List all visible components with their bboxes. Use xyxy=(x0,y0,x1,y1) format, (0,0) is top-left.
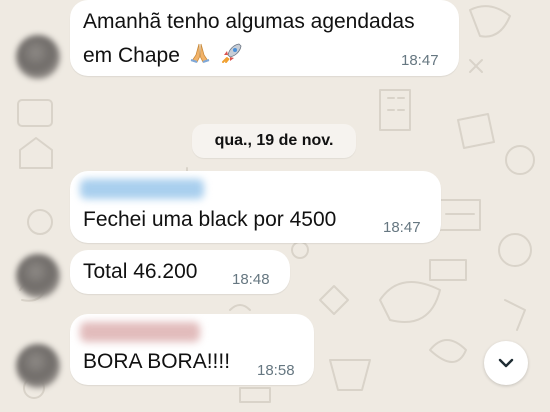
message-bubble[interactable]: Total 46.200 18:48 xyxy=(70,250,290,294)
sender-name xyxy=(80,322,200,342)
message-text: Fechei uma black por 4500 xyxy=(83,208,337,231)
message-timestamp: 18:48 xyxy=(232,271,270,288)
message-text: BORA BORA!!!! xyxy=(83,350,231,373)
chevron-down-icon xyxy=(498,358,514,368)
sender-name xyxy=(80,179,204,199)
message-timestamp: 18:47 xyxy=(383,219,421,236)
message-text: Amanhã tenho algumas agendadas xyxy=(83,10,415,33)
message-bubble[interactable]: BORA BORA!!!! 18:58 xyxy=(70,314,314,385)
message-text-continued: em Chape xyxy=(83,41,244,71)
message-timestamp: 18:47 xyxy=(401,52,439,69)
scroll-to-bottom-button[interactable] xyxy=(484,341,528,385)
sender-avatar[interactable] xyxy=(16,35,60,79)
message-text-line2: em Chape xyxy=(83,44,180,67)
message-text: Total 46.200 xyxy=(83,260,198,283)
pray-icon xyxy=(188,41,212,71)
message-timestamp: 18:58 xyxy=(257,362,295,379)
date-separator-label: qua., 19 de nov. xyxy=(214,132,334,149)
sender-avatar[interactable] xyxy=(16,344,60,388)
date-separator: qua., 19 de nov. xyxy=(192,124,356,158)
rocket-icon xyxy=(220,41,244,71)
message-bubble[interactable]: Fechei uma black por 4500 18:47 xyxy=(70,171,441,243)
message-bubble[interactable]: Amanhã tenho algumas agendadas em Chape … xyxy=(70,0,459,76)
sender-avatar[interactable] xyxy=(16,254,60,298)
